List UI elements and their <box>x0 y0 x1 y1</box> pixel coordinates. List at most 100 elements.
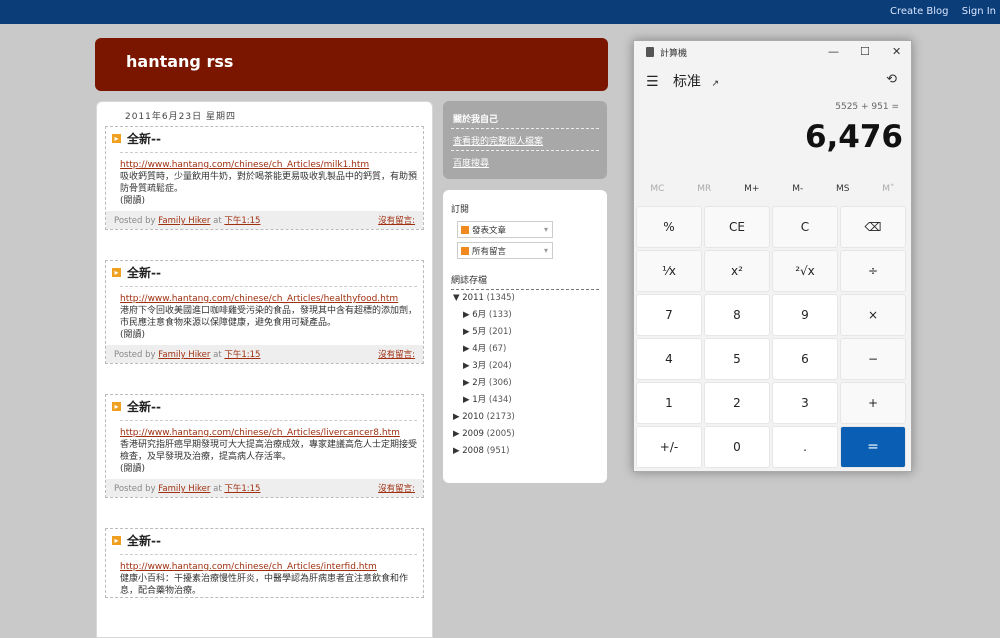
post-body: http://www.hantang.com/chinese/ch_Articl… <box>120 152 417 207</box>
backspace-key[interactable]: ⌫ <box>840 206 906 248</box>
post-title[interactable]: ▸ 全新-- <box>106 529 423 552</box>
archive-month[interactable]: ▶ 4月 (67) <box>463 341 607 358</box>
archive-year-label[interactable]: 2010 <box>462 412 484 422</box>
negate-key[interactable]: +/- <box>636 426 702 468</box>
post-url-link[interactable]: http://www.hantang.com/chinese/ch_Articl… <box>120 427 417 439</box>
plus-key[interactable]: + <box>840 382 906 424</box>
triangle-down-icon[interactable]: ▼ <box>453 293 460 303</box>
archive-month[interactable]: ▶ 3月 (204) <box>463 358 607 375</box>
triangle-right-icon[interactable]: ▶ <box>453 429 460 439</box>
read-more-link[interactable]: (閱讀) <box>120 329 417 341</box>
triangle-right-icon[interactable]: ▶ <box>463 361 470 371</box>
post-title[interactable]: ▸ 全新-- <box>106 261 423 284</box>
square-root-key[interactable]: ²√x <box>772 250 838 292</box>
post-time-link[interactable]: 下午1:15 <box>224 350 260 360</box>
memory-button-5[interactable]: M˅ <box>882 184 894 194</box>
comments-link[interactable]: 沒有留言: <box>378 482 415 494</box>
comments-link[interactable]: 沒有留言: <box>378 348 415 360</box>
archive-month[interactable]: ▶ 1月 (434) <box>463 392 607 409</box>
triangle-right-icon[interactable]: ▶ <box>463 327 470 337</box>
archive-month-label[interactable]: 3月 <box>472 361 486 371</box>
author-link[interactable]: Family Hiker <box>158 216 210 226</box>
six-key[interactable]: 6 <box>772 338 838 380</box>
memory-button-1[interactable]: MR <box>697 184 711 194</box>
create-blog-link[interactable]: Create Blog <box>890 6 949 17</box>
author-link[interactable]: Family Hiker <box>158 484 210 494</box>
minus-key[interactable]: − <box>840 338 906 380</box>
blog-title[interactable]: hantang rss <box>126 52 233 71</box>
about-profile-link[interactable]: 查看我的完整個人檔案 <box>453 134 607 147</box>
archive-month[interactable]: ▶ 6月 (133) <box>463 307 607 324</box>
triangle-right-icon[interactable]: ▶ <box>463 395 470 405</box>
archive-month-label[interactable]: 4月 <box>472 344 486 354</box>
one-key[interactable]: 1 <box>636 382 702 424</box>
triangle-right-icon[interactable]: ▶ <box>453 446 460 456</box>
triangle-right-icon[interactable]: ▶ <box>463 344 470 354</box>
two-key[interactable]: 2 <box>704 382 770 424</box>
comments-link[interactable]: 沒有留言: <box>378 214 415 226</box>
read-more-link[interactable]: (閱讀) <box>120 463 417 475</box>
four-key[interactable]: 4 <box>636 338 702 380</box>
archive-year[interactable]: ▶ 2010 (2173) <box>453 409 607 426</box>
archive-month-label[interactable]: 1月 <box>472 395 486 405</box>
memory-button-0[interactable]: MC <box>650 184 664 194</box>
archive-year-label[interactable]: 2008 <box>462 446 484 456</box>
clear-entry-key[interactable]: CE <box>704 206 770 248</box>
archive-year-label[interactable]: 2009 <box>462 429 484 439</box>
read-more-link[interactable]: (閱讀) <box>120 195 417 207</box>
archive-month-label[interactable]: 6月 <box>472 310 486 320</box>
archive-month[interactable]: ▶ 5月 (201) <box>463 324 607 341</box>
archive-month-label[interactable]: 5月 <box>472 327 486 337</box>
memory-button-3[interactable]: M- <box>792 184 803 194</box>
archive-month-label[interactable]: 2月 <box>472 378 486 388</box>
decimal-key[interactable]: . <box>772 426 838 468</box>
hamburger-menu-icon[interactable]: ☰ <box>646 74 659 90</box>
post-body-text: 香港研究指肝癌早期發現可大大提高治療成效，專家建議高危人士定期接受檢查，及早發現… <box>120 440 418 462</box>
post-url-link[interactable]: http://www.hantang.com/chinese/ch_Articl… <box>120 561 417 573</box>
divide-key[interactable]: ÷ <box>840 250 906 292</box>
posts-feed-dropdown[interactable]: 發表文章 ▾ <box>457 221 553 238</box>
triangle-right-icon[interactable]: ▶ <box>463 378 470 388</box>
nine-key[interactable]: 9 <box>772 294 838 336</box>
author-link[interactable]: Family Hiker <box>158 350 210 360</box>
archive-year[interactable]: ▶ 2009 (2005) <box>453 426 607 443</box>
post-url-link[interactable]: http://www.hantang.com/chinese/ch_Articl… <box>120 293 417 305</box>
percent-key[interactable]: % <box>636 206 702 248</box>
calculator-titlebar[interactable]: 計算機 — ☐ ✕ <box>634 41 911 63</box>
post-time-link[interactable]: 下午1:15 <box>224 484 260 494</box>
comments-feed-dropdown[interactable]: 所有留言 ▾ <box>457 242 553 259</box>
close-icon[interactable]: ✕ <box>892 45 901 58</box>
reciprocal-key[interactable]: ⅟x <box>636 250 702 292</box>
maximize-icon[interactable]: ☐ <box>860 45 870 58</box>
clear-key[interactable]: C <box>772 206 838 248</box>
equals-key[interactable]: = <box>840 426 906 468</box>
triangle-right-icon[interactable]: ▶ <box>463 310 470 320</box>
archive-month-count: (133) <box>488 310 512 320</box>
keep-on-top-icon[interactable]: ↗ <box>711 79 719 89</box>
post-url-link[interactable]: http://www.hantang.com/chinese/ch_Articl… <box>120 159 417 171</box>
post-title[interactable]: ▸ 全新-- <box>106 395 423 418</box>
three-key[interactable]: 3 <box>772 382 838 424</box>
memory-button-2[interactable]: M+ <box>744 184 759 194</box>
post-title[interactable]: ▸ 全新-- <box>106 127 423 150</box>
post-byline: Posted by Family Hiker at 下午1:15 <box>114 482 260 494</box>
sign-in-link[interactable]: Sign In <box>962 6 996 17</box>
five-key[interactable]: 5 <box>704 338 770 380</box>
multiply-key[interactable]: × <box>840 294 906 336</box>
minimize-icon[interactable]: — <box>828 45 839 58</box>
archive-year-label[interactable]: 2011 <box>462 293 484 303</box>
archive-month[interactable]: ▶ 2月 (306) <box>463 375 607 392</box>
memory-button-4[interactable]: MS <box>836 184 849 194</box>
eight-key[interactable]: 8 <box>704 294 770 336</box>
zero-key[interactable]: 0 <box>704 426 770 468</box>
seven-key[interactable]: 7 <box>636 294 702 336</box>
post-time-link[interactable]: 下午1:15 <box>224 216 260 226</box>
archive-year[interactable]: ▼ 2011 (1345) <box>453 290 607 307</box>
post-body: http://www.hantang.com/chinese/ch_Articl… <box>120 286 417 341</box>
archive-year[interactable]: ▶ 2008 (951) <box>453 443 607 460</box>
history-icon[interactable]: ⟲ <box>886 72 897 87</box>
at-label: at <box>213 216 222 226</box>
triangle-right-icon[interactable]: ▶ <box>453 412 460 422</box>
about-search-link[interactable]: 百度搜尋 <box>453 156 607 169</box>
square-key[interactable]: x² <box>704 250 770 292</box>
